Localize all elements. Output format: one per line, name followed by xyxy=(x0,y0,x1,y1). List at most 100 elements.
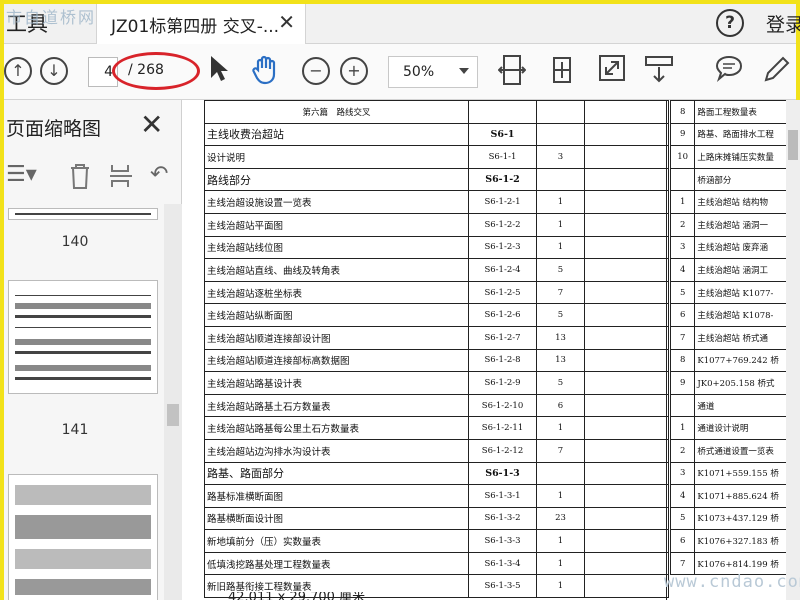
thumbnail-page[interactable] xyxy=(8,474,158,600)
table-cell-no: 3 xyxy=(669,461,696,486)
tab-bar: 工具 市自道桥网 JZ01标第四册 交叉-... ✕ ? 登录 xyxy=(4,4,800,44)
table-row: 1 主线治超站 结构物 xyxy=(669,190,796,214)
table-row: 主线治超站直线、曲线及转角表 S6-1-2-4 5 xyxy=(204,258,669,282)
table-row: 通道 xyxy=(669,393,796,418)
scroll-mode-icon[interactable] xyxy=(644,54,674,93)
table-cell-page: 1 xyxy=(536,529,585,553)
table-cell-no: 7 xyxy=(669,325,696,350)
table-row: 主线治超站边沟排水沟设计表 S6-1-2-12 7 xyxy=(204,438,669,463)
table-cell-name: 主线治超站 涵洞工 xyxy=(694,258,796,282)
table-row: 主线治超站线位图 S6-1-2-3 1 xyxy=(204,235,669,260)
table-cell-name: 上路床摊铺压实数量 xyxy=(694,145,796,169)
page-divider xyxy=(666,100,667,600)
table-row: 8 K1077+769.242 桥 xyxy=(669,348,796,373)
document-scrollbar[interactable] xyxy=(786,100,800,600)
header-cell xyxy=(468,100,537,124)
arrow-up-icon[interactable]: ↑ xyxy=(4,57,32,85)
help-icon[interactable]: ? xyxy=(716,9,744,37)
undo-icon[interactable]: ↶ xyxy=(150,162,168,187)
table-cell-page: 5 xyxy=(536,303,585,327)
table-cell-no: 9 xyxy=(669,122,696,147)
table-cell-code: S6-1-2-1 xyxy=(468,190,537,214)
table-cell-name: 路基、路面排水工程 xyxy=(694,122,796,147)
table-cell-code: S6-1-2-11 xyxy=(468,416,537,440)
table-cell-code: S6-1-2-2 xyxy=(468,212,537,237)
table-cell-page: 1 xyxy=(536,574,585,599)
table-cell-name: 路基、路面部分 xyxy=(204,461,469,486)
close-tab-icon[interactable]: ✕ xyxy=(278,10,295,34)
header-cell xyxy=(584,100,669,124)
document-tab[interactable]: JZ01标第四册 交叉-... ✕ xyxy=(96,4,306,44)
table-cell-no: 5 xyxy=(669,506,696,531)
table-cell-blank xyxy=(584,122,669,147)
sidebar-toolbar: ☰▾ ↶ xyxy=(4,156,182,200)
table-cell-blank xyxy=(584,190,669,214)
table-cell-code: S6-1-2-4 xyxy=(468,258,537,282)
zoom-in-icon[interactable]: + xyxy=(340,57,368,85)
table-cell-code: S6-1-2-9 xyxy=(468,371,537,395)
table-cell-name: 设计说明 xyxy=(204,145,469,169)
table-cell-name: 桥涵部分 xyxy=(694,167,796,192)
table-cell-name: 主线治超站 K1077- xyxy=(694,280,796,305)
table-cell-code: S6-1-2-12 xyxy=(468,438,537,463)
table-cell-name: 主线治超站 废弃涵 xyxy=(694,235,796,260)
table-row: 7 主线治超站 桥式通 xyxy=(669,325,796,350)
table-row: 设计说明 S6-1-1 3 xyxy=(204,145,669,169)
page-fit-icon[interactable] xyxy=(497,54,527,95)
table-row: 主线治超站顺道连接部标高数据图 S6-1-2-8 13 xyxy=(204,348,669,373)
page-size-status: 42.011 x 29.700 厘米 xyxy=(182,592,482,600)
sidebar-scrollbar[interactable] xyxy=(164,204,182,600)
table-row: 10 上路床摊铺压实数量 xyxy=(669,145,796,169)
table-cell-name: K1073+437.129 桥 xyxy=(694,506,796,531)
thumbnail-page[interactable] xyxy=(8,208,158,220)
table-cell-page xyxy=(536,122,585,147)
table-cell-name: 主线治超站纵断面图 xyxy=(204,303,469,327)
table-cell-page: 1 xyxy=(536,190,585,214)
table-cell-no: 1 xyxy=(669,416,696,440)
document-scroll-thumb[interactable] xyxy=(788,130,798,160)
table-cell-name: 通道 xyxy=(694,393,796,418)
table-cell-name: 主线治超站 桥式通 xyxy=(694,325,796,350)
comment-icon[interactable] xyxy=(714,54,744,93)
table-cell-blank xyxy=(584,303,669,327)
table-cell-blank xyxy=(584,416,669,440)
extract-page-icon[interactable] xyxy=(108,162,134,196)
table-header-row: 第六篇 路线交叉 xyxy=(204,100,669,124)
thumbnail-page[interactable] xyxy=(8,280,158,394)
table-cell-name: 低填浅挖路基处理工程数量表 xyxy=(204,551,469,576)
table-row: 主线治超站路基设计表 S6-1-2-9 5 xyxy=(204,371,669,395)
table-row: 路基横断面设计图 S6-1-3-2 23 xyxy=(204,506,669,531)
hand-icon[interactable] xyxy=(250,54,282,95)
table-cell-code: S6-1-2 xyxy=(468,167,537,192)
select-cursor-icon[interactable] xyxy=(208,54,230,93)
table-cell-code: S6-1-2-6 xyxy=(468,303,537,327)
table-cell-code: S6-1-1 xyxy=(468,145,537,169)
table-cell-name: JK0+205.158 桥式 xyxy=(694,371,796,395)
fullscreen-icon[interactable] xyxy=(598,54,626,91)
table-cell-name: 主线治超站路基设计表 xyxy=(204,371,469,395)
table-cell-name: 主线治超站直线、曲线及转角表 xyxy=(204,258,469,282)
table-row: 主线治超站平面图 S6-1-2-2 1 xyxy=(204,212,669,237)
table-row: 桥涵部分 xyxy=(669,167,796,192)
trash-icon[interactable] xyxy=(68,162,92,196)
table-row: 主线治超站顺道连接部设计图 S6-1-2-7 13 xyxy=(204,325,669,350)
table-cell-name: 路面工程数量表 xyxy=(694,100,796,124)
zoom-out-icon[interactable]: − xyxy=(302,57,330,85)
table-cell-code: S6-1-2-3 xyxy=(468,235,537,260)
pen-icon[interactable] xyxy=(762,54,792,93)
rotate-icon[interactable] xyxy=(548,54,576,95)
watermark-top: 市自道桥网 xyxy=(6,8,97,27)
options-menu-icon[interactable]: ☰▾ xyxy=(6,162,37,187)
table-cell-page: 1 xyxy=(536,235,585,260)
table-cell-name: 主线治超站平面图 xyxy=(204,212,469,237)
arrow-down-icon[interactable]: ↓ xyxy=(40,57,68,85)
table-cell-page: 5 xyxy=(536,371,585,395)
red-highlight-circle xyxy=(112,52,200,90)
sidebar-scroll-thumb[interactable] xyxy=(167,404,179,426)
table-cell-code: S6-1-3-3 xyxy=(468,529,537,553)
table-cell-name: K1076+327.183 桥 xyxy=(694,529,796,553)
login-button[interactable]: 登录 xyxy=(766,10,800,37)
zoom-select[interactable]: 50% xyxy=(388,56,478,88)
close-sidebar-icon[interactable]: ✕ xyxy=(140,108,163,141)
table-cell-blank xyxy=(584,371,669,395)
